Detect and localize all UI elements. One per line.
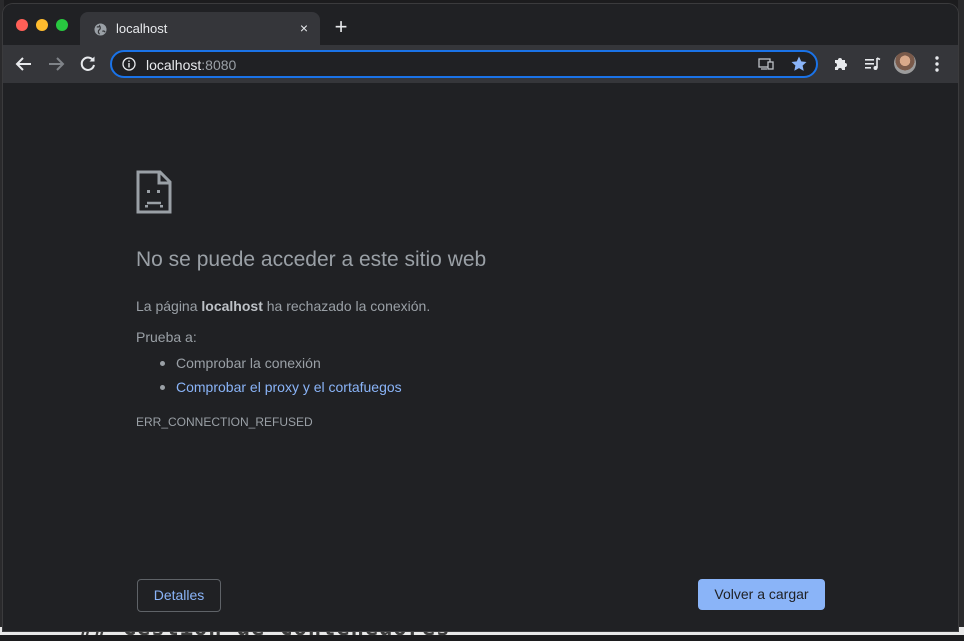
error-headline: No se puede acceder a este sitio web: [136, 248, 487, 271]
toolbar: localhost:8080: [3, 45, 958, 83]
reload-button[interactable]: [76, 52, 100, 76]
more-vertical-icon: [935, 56, 939, 72]
error-code: ERR_CONNECTION_REFUSED: [136, 415, 313, 429]
suggestion-check-connection: Comprobar la conexión: [160, 351, 402, 375]
forward-arrow-icon: [49, 57, 65, 71]
sad-page-icon: [136, 170, 172, 214]
reload-icon: [80, 56, 95, 71]
reload-page-button[interactable]: Volver a cargar: [698, 579, 825, 610]
forward-button[interactable]: [44, 52, 68, 76]
info-icon[interactable]: [122, 57, 136, 71]
url-text: localhost:8080: [146, 57, 236, 73]
browser-window: localhost × + localhost:8080 No se puede…: [3, 4, 958, 631]
new-tab-button[interactable]: +: [331, 16, 351, 38]
minimize-window-button[interactable]: [36, 19, 48, 31]
profile-avatar[interactable]: [894, 52, 916, 74]
bookmark-star-icon[interactable]: [790, 55, 808, 73]
details-button[interactable]: Detalles: [137, 579, 221, 612]
tab-title: localhost: [116, 21, 168, 36]
desc-suffix: ha rechazado la conexión.: [262, 298, 431, 314]
back-arrow-icon: [15, 57, 31, 71]
media-controls-button[interactable]: [861, 52, 885, 76]
menu-button[interactable]: [925, 52, 949, 76]
puzzle-icon: [835, 58, 847, 70]
close-window-button[interactable]: [16, 19, 28, 31]
extensions-button[interactable]: [829, 52, 853, 76]
back-button[interactable]: [12, 52, 36, 76]
zoom-window-button[interactable]: [56, 19, 68, 31]
tab-localhost[interactable]: localhost ×: [80, 12, 320, 46]
try-label: Prueba a:: [136, 329, 197, 345]
url-port: :8080: [201, 57, 237, 73]
error-page: No se puede acceder a este sitio web La …: [3, 83, 958, 631]
install-app-icon[interactable]: [758, 57, 774, 71]
background-window-edge: [958, 0, 964, 635]
suggestion-check-proxy-link[interactable]: Comprobar el proxy y el cortafuegos: [160, 375, 402, 399]
error-description: La página localhost ha rechazado la cone…: [136, 298, 430, 314]
tab-strip: localhost × +: [3, 4, 958, 46]
address-bar[interactable]: localhost:8080: [110, 50, 818, 78]
desc-host: localhost: [201, 298, 263, 314]
url-host: localhost: [146, 57, 202, 73]
suggestions-list: Comprobar la conexión Comprobar el proxy…: [136, 351, 402, 399]
close-tab-icon[interactable]: ×: [296, 20, 312, 36]
desc-prefix: La página: [136, 298, 202, 314]
globe-icon: [94, 23, 107, 36]
playlist-icon: [865, 57, 881, 70]
